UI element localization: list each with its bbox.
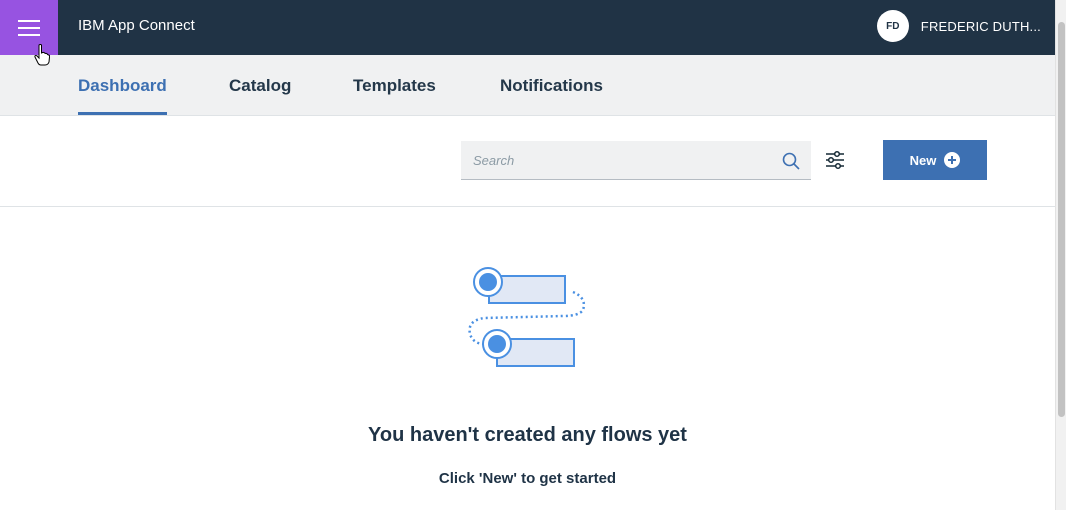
filter-settings-icon[interactable] <box>824 150 846 170</box>
tab-templates[interactable]: Templates <box>353 55 436 115</box>
vertical-scrollbar[interactable] <box>1055 0 1066 510</box>
search-input[interactable] <box>461 141 795 179</box>
avatar[interactable]: FD <box>876 10 909 42</box>
app-title: IBM App Connect <box>78 17 195 34</box>
user-menu[interactable]: FD FREDERIC DUTH... <box>876 10 1041 42</box>
tab-dashboard[interactable]: Dashboard <box>78 55 167 115</box>
tab-catalog[interactable]: Catalog <box>229 55 291 115</box>
empty-state-subtitle: Click 'New' to get started <box>438 470 617 487</box>
add-circle-icon <box>944 152 961 168</box>
empty-state-title: You haven't created any flows yet <box>368 424 687 446</box>
new-button[interactable]: New <box>883 140 987 180</box>
hamburger-menu-button[interactable] <box>0 0 58 55</box>
tab-bar: Dashboard Catalog Templates Notification… <box>0 55 1055 116</box>
tab-notifications[interactable]: Notifications <box>500 55 603 115</box>
user-name[interactable]: FREDERIC DUTH... <box>921 19 1041 34</box>
dashboard-toolbar: New <box>0 116 1055 207</box>
flow-illustration-icon <box>468 267 586 367</box>
empty-state: You haven't created any flows yet Click … <box>0 207 1055 510</box>
search-icon[interactable] <box>781 151 801 171</box>
top-header: IBM App Connect FD FREDERIC DUTH... <box>0 0 1055 55</box>
hamburger-icon <box>18 15 40 41</box>
search-box <box>461 141 811 180</box>
new-button-label: New <box>909 152 937 168</box>
scrollbar-thumb[interactable] <box>1058 22 1065 417</box>
